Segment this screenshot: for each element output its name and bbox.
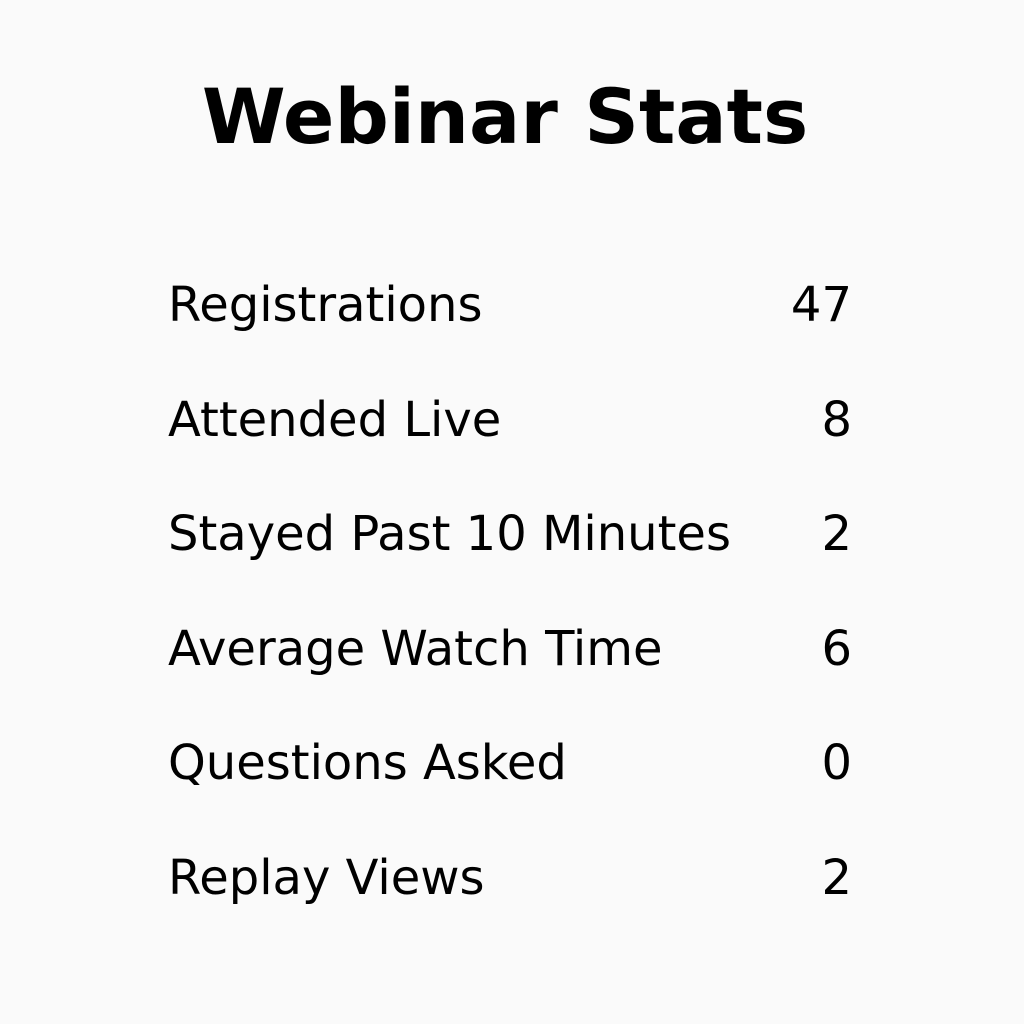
stat-row-attended-live: Attended Live 8 — [168, 363, 852, 478]
stat-label: Attended Live — [168, 391, 502, 448]
stat-label: Questions Asked — [168, 735, 567, 792]
stat-value: 6 — [821, 620, 852, 677]
page-title: Webinar Stats — [201, 72, 809, 161]
stat-row-registrations: Registrations 47 — [168, 248, 852, 363]
stat-label: Replay Views — [168, 849, 485, 906]
stat-value: 2 — [821, 849, 852, 906]
stat-row-questions-asked: Questions Asked 0 — [168, 706, 852, 821]
stat-label: Registrations — [168, 277, 483, 334]
stat-value: 47 — [790, 277, 852, 334]
stat-value: 0 — [821, 735, 852, 792]
stat-value: 8 — [821, 391, 852, 448]
stat-label: Average Watch Time — [168, 620, 663, 677]
stat-row-average-watch-time: Average Watch Time 6 — [168, 592, 852, 707]
stats-list: Registrations 47 Attended Live 8 Stayed … — [168, 248, 852, 935]
stat-row-stayed-past-10-minutes: Stayed Past 10 Minutes 2 — [168, 477, 852, 592]
stat-label: Stayed Past 10 Minutes — [168, 506, 731, 563]
webinar-stats-page: Webinar Stats Registrations 47 Attended … — [0, 0, 1024, 1024]
stat-row-replay-views: Replay Views 2 — [168, 821, 852, 936]
stat-value: 2 — [821, 506, 852, 563]
